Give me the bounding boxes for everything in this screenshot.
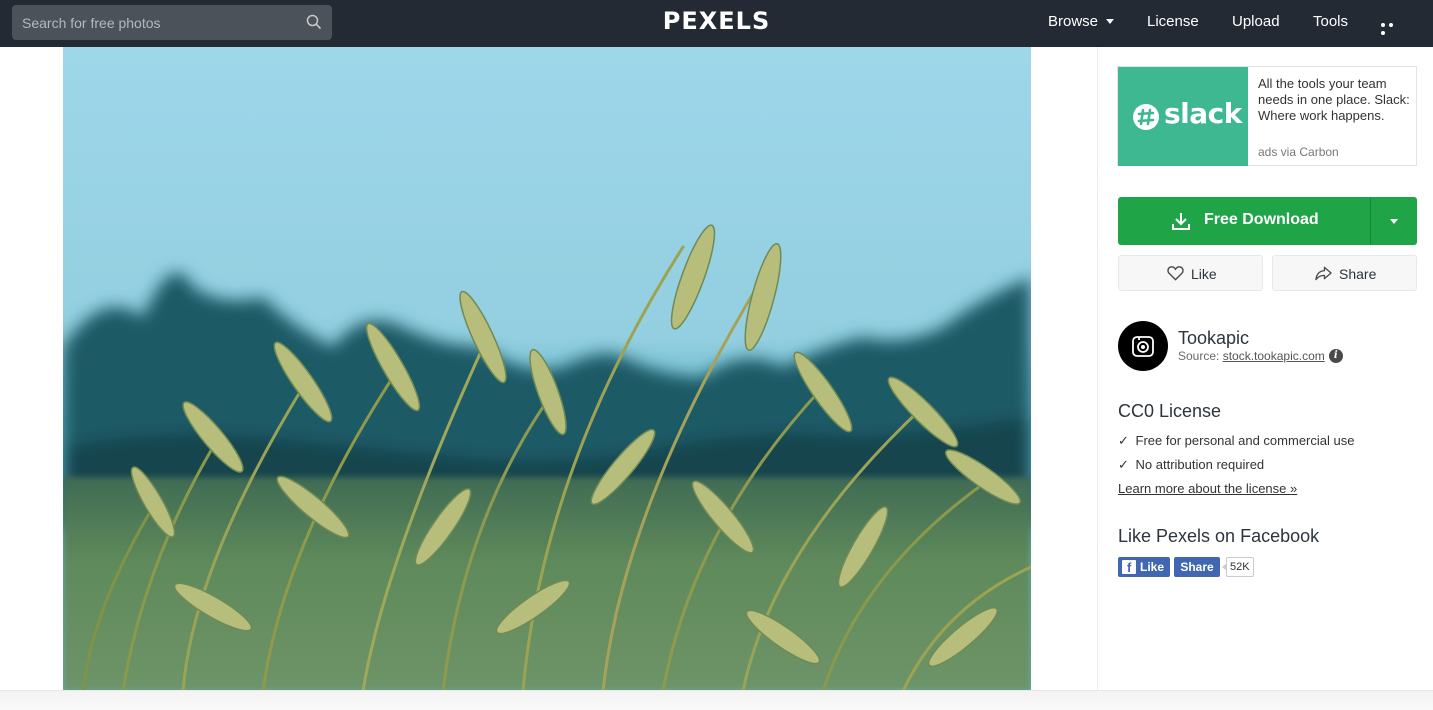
like-label: Like [1191, 266, 1217, 282]
facebook-like-button[interactable]: f Like [1118, 557, 1170, 577]
carbon-ad[interactable]: slack All the tools your team needs in o… [1117, 66, 1417, 166]
free-download-button[interactable]: Free Download [1118, 197, 1370, 245]
nav-tools[interactable]: Tools [1313, 0, 1348, 47]
search-box[interactable] [12, 5, 332, 40]
like-button[interactable]: Like [1118, 255, 1263, 291]
facebook-like-count: 52K [1222, 557, 1254, 577]
more-dots-icon[interactable] [1381, 19, 1403, 35]
facebook-title: Like Pexels on Facebook [1118, 526, 1320, 546]
author-name[interactable]: Tookapic [1178, 328, 1249, 349]
search-input[interactable] [12, 5, 292, 40]
nav-upload[interactable]: Upload [1232, 0, 1280, 47]
license-item-text: No attribution required [1135, 457, 1265, 472]
download-icon [1172, 213, 1190, 230]
checkmark-icon: ✓ [1118, 458, 1129, 473]
tookapic-logo-icon [1132, 336, 1154, 357]
chevron-down-icon [1106, 18, 1115, 24]
top-navigation-bar: PEXELS Browse License Upload Tools [0, 0, 1433, 47]
nav-browse-label: Browse [1048, 13, 1099, 30]
photo-image [63, 47, 1031, 691]
caret-down-icon [1390, 219, 1398, 224]
ad-via-link[interactable]: ads via Carbon [1258, 145, 1339, 159]
main-photo[interactable] [63, 47, 1031, 691]
search-icon[interactable] [306, 14, 322, 30]
download-button-group: Free Download [1118, 197, 1417, 245]
license-item: ✓ No attribution required [1118, 457, 1264, 473]
sidebar-divider [1097, 47, 1098, 709]
facebook-icon: f [1122, 560, 1136, 575]
ad-text[interactable]: All the tools your team needs in one pla… [1258, 76, 1413, 124]
license-item-text: Free for personal and commercial use [1135, 433, 1355, 448]
facebook-like-label: Like [1140, 560, 1165, 574]
license-learn-more-link[interactable]: Learn more about the license » [1118, 481, 1297, 496]
share-label: Share [1339, 266, 1377, 282]
ad-brand: slack [1164, 97, 1242, 130]
nav-browse[interactable]: Browse [1048, 0, 1115, 47]
slack-logo-icon [1133, 104, 1159, 130]
facebook-share-button[interactable]: Share [1174, 557, 1220, 577]
heart-icon [1167, 266, 1184, 281]
checkmark-icon: ✓ [1118, 434, 1129, 449]
license-title: CC0 License [1118, 401, 1222, 421]
author-avatar[interactable] [1118, 321, 1168, 371]
source-prefix: Source: [1178, 349, 1220, 363]
share-button[interactable]: Share [1272, 255, 1417, 291]
share-arrow-icon [1315, 266, 1332, 281]
author-source: Source: stock.tookapic.com i [1178, 348, 1343, 364]
license-item: ✓ Free for personal and commercial use [1118, 433, 1354, 449]
slack-ad-image[interactable]: slack [1118, 67, 1248, 166]
nav-license[interactable]: License [1147, 0, 1199, 47]
free-download-label: Free Download [1204, 211, 1319, 228]
source-link[interactable]: stock.tookapic.com [1223, 349, 1325, 363]
bottom-scroll-bar [0, 690, 1433, 710]
download-options-toggle[interactable] [1371, 197, 1417, 245]
info-icon[interactable]: i [1328, 348, 1343, 363]
